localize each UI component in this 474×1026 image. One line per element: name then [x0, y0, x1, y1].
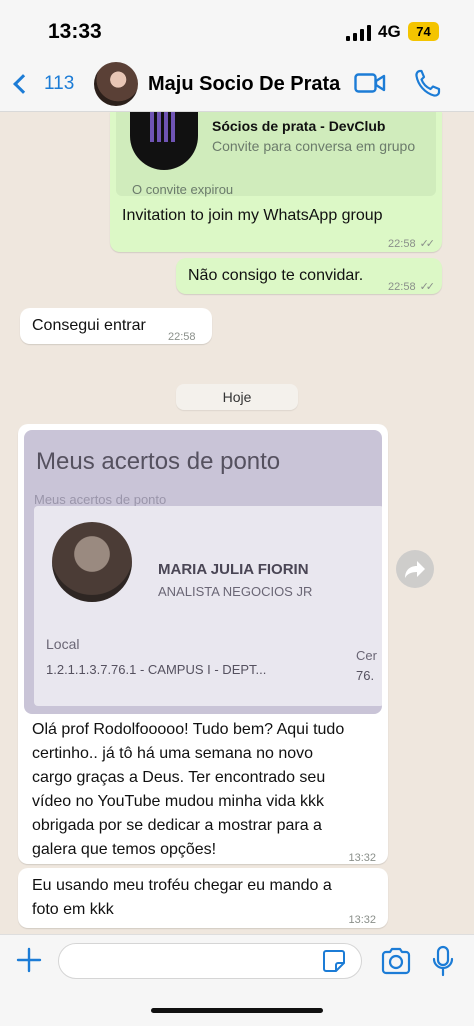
invite-message[interactable]: Sócios de prata - DevClub Convite para c… [110, 112, 442, 252]
battery-indicator: 74 [408, 22, 439, 41]
status-time: 13:33 [48, 20, 102, 43]
qr-code-icon [150, 112, 178, 142]
avatar[interactable] [94, 62, 138, 106]
phone-icon [415, 69, 441, 97]
video-call-button[interactable] [354, 72, 386, 94]
message-time: 22:58 [168, 331, 196, 343]
message-time: 22:58 [388, 281, 416, 293]
chat-header: 113 Maju Socio De Prata [0, 58, 474, 112]
message-time: 13:32 [348, 914, 376, 926]
invite-expired-label: O convite expirou [132, 182, 234, 197]
double-check-icon: ✓✓ [419, 238, 436, 250]
caption-line: Olá prof Rodolfooooo! Tudo bem? Aqui tud… [32, 721, 345, 738]
double-check-icon: ✓✓ [419, 281, 436, 293]
microphone-icon [432, 945, 454, 977]
voice-call-button[interactable] [414, 68, 442, 98]
signal-icon [346, 25, 372, 41]
photo-message[interactable]: Meus acertos de ponto Meus acertos de po… [18, 424, 388, 864]
message-meta: 22:58 ✓✓ [388, 275, 436, 299]
photo-local-value: 1.2.1.1.3.7.76.1 - CAMPUS I - DEPT... [46, 662, 267, 677]
message-meta: 22:58 ✓✓ [388, 232, 436, 256]
plus-icon [16, 947, 42, 973]
sticker-icon [323, 950, 345, 972]
message-bubble-incoming[interactable]: Eu usando meu troféu chegar eu mando a f… [18, 868, 388, 928]
message-line: Eu usando meu troféu chegar eu mando a [32, 877, 332, 894]
photo-person-name: MARIA JULIA FIORIN [158, 561, 309, 578]
message-bubble-outgoing[interactable]: Não consigo te convidar. 22:58 ✓✓ [176, 258, 442, 294]
caption-line: vídeo no YouTube mudou minha vida kkk [32, 793, 325, 810]
caption-line: galera que temos opções! [32, 841, 217, 858]
photo-attachment[interactable]: Meus acertos de ponto Meus acertos de po… [24, 430, 382, 714]
chevron-left-icon [13, 74, 33, 94]
chat-area[interactable]: Sócios de prata - DevClub Convite para c… [0, 112, 474, 934]
photo-card: MARIA JULIA FIORIN ANALISTA NEGOCIOS JR … [34, 506, 382, 706]
home-indicator [151, 1008, 323, 1013]
message-line: foto em kkk [32, 901, 114, 918]
day-separator: Hoje [176, 384, 298, 410]
video-camera-icon [354, 73, 386, 93]
message-bubble-incoming[interactable]: Consegui entrar 22:58 [20, 308, 212, 344]
photo-caption: Olá prof Rodolfooooo! Tudo bem? Aqui tud… [32, 718, 382, 862]
invite-subtitle: Convite para conversa em grupo [212, 138, 416, 154]
network-label: 4G [378, 22, 401, 41]
caption-line: cargo graças a Deus. Ter encontrado seu [32, 769, 326, 786]
forward-button[interactable] [396, 550, 434, 588]
group-logo [130, 112, 198, 170]
status-bar: 13:33 4G 74 [0, 0, 474, 58]
invite-text: Invitation to join my WhatsApp group [122, 207, 383, 224]
message-text: Consegui entrar [32, 317, 146, 334]
message-time: 13:32 [348, 852, 376, 864]
message-text: Não consigo te convidar. [188, 267, 364, 284]
unread-count: 113 [44, 73, 75, 94]
forward-arrow-icon [405, 561, 425, 578]
message-text: Eu usando meu troféu chegar eu mando a f… [32, 874, 382, 922]
attach-button[interactable] [16, 947, 42, 973]
message-time: 22:58 [388, 238, 416, 250]
photo-title: Meus acertos de ponto [36, 448, 281, 475]
photo-avatar [52, 522, 132, 602]
photo-person-role: ANALISTA NEGOCIOS JR [158, 584, 313, 599]
photo-side-value: 76. [356, 668, 375, 683]
caption-line: obrigada por se dedicar a mostrar para a [32, 817, 322, 834]
back-button[interactable]: 113 [10, 68, 74, 100]
camera-icon [381, 947, 411, 975]
sticker-button[interactable] [322, 949, 346, 973]
photo-local-label: Local [46, 636, 80, 652]
caption-line: certinho.. já tô há uma semana no novo [32, 745, 314, 762]
message-input[interactable] [58, 943, 362, 979]
microphone-button[interactable] [432, 945, 454, 977]
group-invite-card[interactable]: Sócios de prata - DevClub Convite para c… [116, 112, 436, 197]
camera-button[interactable] [380, 947, 412, 975]
contact-name[interactable]: Maju Socio De Prata [148, 73, 340, 96]
